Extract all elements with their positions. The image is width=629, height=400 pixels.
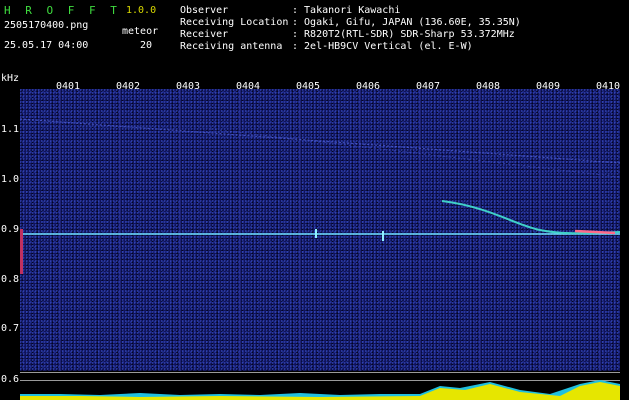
carrier-marker [382, 231, 384, 241]
freq-tick: 0.9 [1, 224, 20, 235]
faint-drift-trace [20, 118, 620, 164]
header-panel: H R O F F T 1.0.0 2505170400.png meteor … [0, 0, 629, 73]
location-value: : Ogaki, Gifu, JAPAN (136.60E, 35.35N) [292, 17, 521, 28]
freq-tick: 0.6 [1, 374, 20, 385]
antenna-label: Receiving antenna [180, 41, 283, 52]
location-label: Receiving Location [180, 17, 289, 28]
observer-label: Observer [180, 5, 229, 16]
freq-tick: 0.7 [1, 323, 20, 334]
meteor-label: meteor [122, 26, 159, 37]
faint-drift-trace [209, 128, 620, 178]
app-version: 1.0.0 [126, 5, 157, 16]
carrier-marker [315, 229, 317, 238]
date-time: 25.05.17 04:00 [4, 40, 89, 51]
meteor-echo-trace [441, 200, 620, 235]
antenna-value: : 2el-HB9CV Vertical (el. E-W) [292, 41, 473, 52]
strip-level [20, 382, 620, 400]
signal-strength-strip [20, 372, 620, 400]
freq-tick: 1.1 [1, 124, 20, 135]
meteor-count: 20 [140, 40, 153, 51]
receiver-value: : R820T2(RTL-SDR) SDR-Sharp 53.372MHz [292, 29, 515, 40]
freq-tick: 0.8 [1, 274, 20, 285]
freq-unit-label: kHz [1, 73, 20, 84]
observer-value: : Takanori Kawachi [292, 5, 401, 16]
freq-tick: 1.0 [1, 174, 20, 185]
carrier-marker [20, 229, 23, 274]
file-name: 2505170400.png [4, 20, 89, 31]
receiver-label: Receiver [180, 29, 229, 40]
spectrogram-plot [20, 89, 620, 371]
app-brand: H R O F F T [4, 4, 121, 17]
